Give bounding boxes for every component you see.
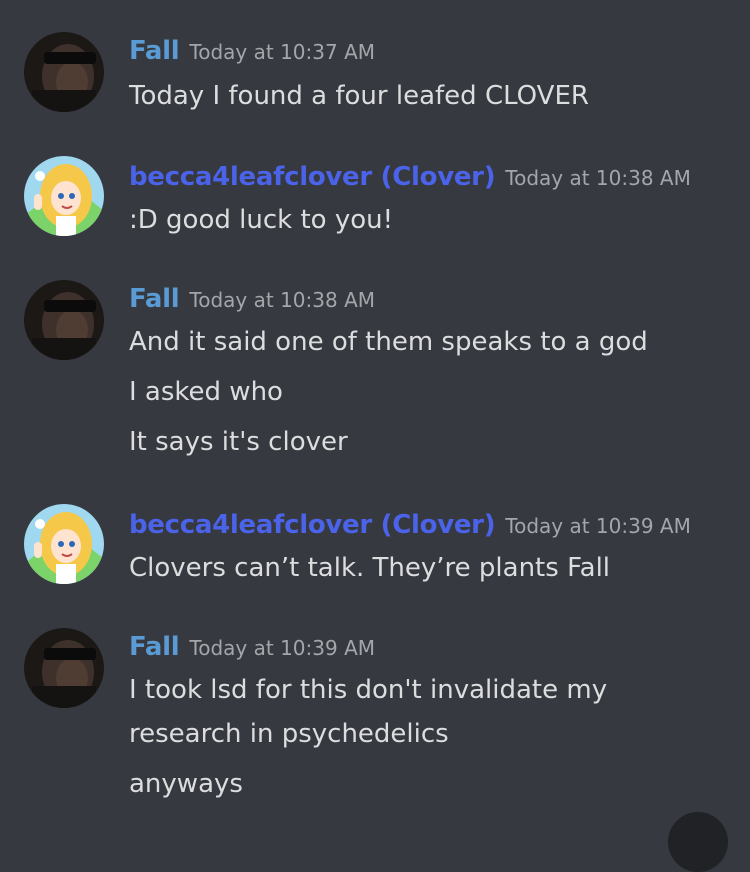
message-header: becca4leafclover (Clover) Today at 10:39 … bbox=[129, 510, 691, 540]
message-text: I took lsd for this don't invalidate my bbox=[129, 675, 608, 705]
message-text: And it said one of them speaks to a god bbox=[129, 327, 648, 357]
sunglasses-man-avatar-icon[interactable] bbox=[24, 280, 104, 360]
message-header: Fall Today at 10:37 AM bbox=[129, 36, 375, 66]
message-header: Fall Today at 10:39 AM bbox=[129, 632, 375, 662]
timestamp: Today at 10:37 AM bbox=[189, 40, 376, 64]
timestamp: Today at 10:39 AM bbox=[189, 636, 376, 660]
message-text: It says it's clover bbox=[129, 427, 348, 457]
username[interactable]: Fall bbox=[129, 36, 180, 66]
timestamp: Today at 10:38 AM bbox=[505, 166, 691, 190]
username[interactable]: Fall bbox=[129, 632, 180, 662]
sunglasses-man-avatar-icon[interactable] bbox=[24, 32, 104, 112]
sunglasses-man-avatar-icon[interactable] bbox=[24, 628, 104, 708]
username[interactable]: Fall bbox=[129, 284, 180, 314]
message-text: :D good luck to you! bbox=[129, 205, 394, 235]
message-text: Clovers can’t talk. They’re plants Fall bbox=[129, 553, 611, 583]
message-header: Fall Today at 10:38 AM bbox=[129, 284, 375, 314]
message-text: I asked who bbox=[129, 377, 283, 407]
cartoon-girl-avatar-icon[interactable] bbox=[24, 504, 104, 584]
cartoon-girl-avatar-icon[interactable] bbox=[24, 156, 104, 236]
message-text: research in psychedelics bbox=[129, 719, 449, 749]
timestamp: Today at 10:39 AM bbox=[505, 514, 691, 538]
message-header: becca4leafclover (Clover) Today at 10:38 … bbox=[129, 162, 691, 192]
message-text: Today I found a four leafed CLOVER bbox=[129, 81, 589, 111]
timestamp: Today at 10:38 AM bbox=[189, 288, 376, 312]
scroll-button[interactable] bbox=[668, 812, 728, 872]
username[interactable]: becca4leafclover (Clover) bbox=[129, 510, 496, 540]
message-text: anyways bbox=[129, 769, 243, 799]
username[interactable]: becca4leafclover (Clover) bbox=[129, 162, 496, 192]
